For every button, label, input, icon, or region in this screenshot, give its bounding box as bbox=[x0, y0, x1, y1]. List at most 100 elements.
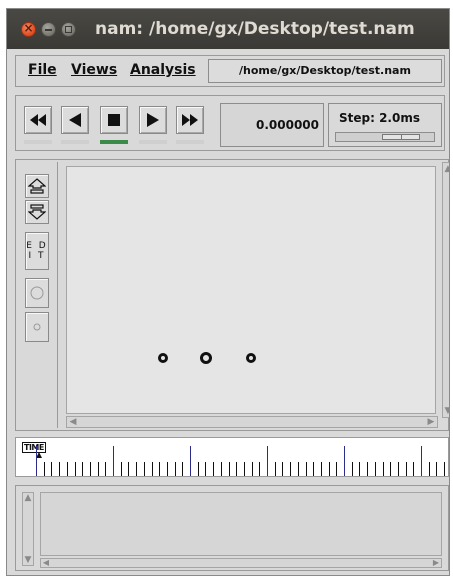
scroll-left-icon[interactable]: ◀ bbox=[67, 417, 79, 427]
timeline-tick bbox=[43, 462, 45, 476]
timeline-tick bbox=[82, 462, 84, 476]
timeline-tick bbox=[228, 462, 230, 476]
timeline-tick bbox=[205, 462, 207, 476]
edit-button[interactable]: E D I T bbox=[25, 232, 49, 270]
scroll-up-icon[interactable]: ▲ bbox=[443, 163, 449, 175]
timeline-tick bbox=[197, 462, 199, 476]
slider-grip-icon bbox=[401, 135, 402, 139]
fast-rewind-button[interactable] bbox=[24, 106, 52, 134]
zoom-out-icon bbox=[28, 204, 46, 220]
timeline-tick bbox=[51, 462, 53, 476]
step-slider-track[interactable] bbox=[335, 132, 435, 142]
circle-small-icon bbox=[33, 323, 41, 331]
timeline-tick bbox=[305, 462, 307, 476]
zoom-in-button[interactable] bbox=[25, 174, 49, 198]
menu-file-label: File bbox=[28, 62, 57, 78]
annotation-vertical-scrollbar[interactable]: ▲ ▼ bbox=[22, 492, 34, 566]
play-forward-button[interactable] bbox=[139, 106, 167, 134]
node-large-tool-button[interactable] bbox=[25, 278, 49, 308]
timeline-tick bbox=[174, 462, 176, 476]
fast-rewind-indicator bbox=[24, 140, 52, 144]
timeline-tick bbox=[182, 462, 184, 476]
timeline-tick bbox=[444, 462, 446, 476]
node-small-tool-button[interactable] bbox=[25, 312, 49, 342]
minimize-window-button[interactable] bbox=[41, 22, 56, 37]
timeline-tick bbox=[405, 462, 407, 476]
zoom-in-icon bbox=[28, 178, 46, 194]
nam-window: × nam: /home/gx/Desktop/test.nam File Vi… bbox=[6, 8, 450, 576]
timeline-major-tick bbox=[113, 446, 114, 476]
tool-panel: E D I T bbox=[18, 162, 58, 428]
timeline-tick bbox=[274, 462, 276, 476]
stop-button[interactable] bbox=[100, 106, 128, 134]
timeline-tick bbox=[328, 462, 330, 476]
edit-label-line1: E D bbox=[26, 241, 48, 251]
menu-file[interactable]: File bbox=[28, 62, 57, 78]
play-forward-icon bbox=[147, 113, 159, 127]
timeline-tick bbox=[259, 462, 261, 476]
canvas-vertical-scrollbar[interactable]: ▲ ▼ bbox=[442, 162, 449, 418]
stop-active-indicator bbox=[100, 140, 128, 144]
fast-forward-indicator bbox=[176, 140, 204, 144]
menu-bar: File Views Analysis /home/gx/Desktop/tes… bbox=[15, 55, 445, 87]
network-node[interactable] bbox=[158, 353, 168, 363]
timeline-slider[interactable]: TIME bbox=[15, 437, 449, 477]
scroll-up-icon[interactable]: ▲ bbox=[23, 493, 33, 503]
menu-views[interactable]: Views bbox=[71, 62, 117, 78]
step-slider-thumb[interactable] bbox=[382, 134, 420, 140]
main-area: E D I T ▲ ▼ ◀ ▶ bbox=[15, 159, 449, 431]
timeline-tick bbox=[236, 462, 238, 476]
menu-analysis-label: Analysis bbox=[130, 62, 196, 78]
zoom-out-button[interactable] bbox=[25, 200, 49, 224]
timeline-tick bbox=[120, 462, 122, 476]
close-window-button[interactable]: × bbox=[21, 21, 36, 37]
time-label: TIME bbox=[22, 442, 46, 453]
maximize-icon bbox=[65, 26, 72, 33]
annotation-horizontal-scrollbar[interactable]: ◀ ▶ bbox=[40, 558, 442, 568]
canvas-horizontal-scrollbar[interactable]: ◀ ▶ bbox=[66, 416, 438, 428]
scroll-right-icon[interactable]: ▶ bbox=[425, 417, 437, 427]
play-backward-indicator bbox=[61, 140, 89, 144]
scroll-right-icon[interactable]: ▶ bbox=[431, 558, 441, 568]
timeline-tick bbox=[428, 462, 430, 476]
maximize-window-button[interactable] bbox=[61, 22, 76, 37]
file-path-display: /home/gx/Desktop/test.nam bbox=[208, 59, 442, 83]
timeline-major-tick bbox=[421, 446, 422, 476]
timeline-tick bbox=[367, 462, 369, 476]
title-bar[interactable]: × nam: /home/gx/Desktop/test.nam bbox=[7, 9, 449, 49]
timeline-tick bbox=[143, 462, 145, 476]
playback-control-bar: 0.000000 Step: 2.0ms bbox=[15, 95, 445, 151]
annotation-text-area[interactable] bbox=[40, 492, 442, 556]
step-label: Step: 2.0ms bbox=[339, 111, 420, 125]
network-canvas[interactable] bbox=[66, 166, 436, 414]
timeline-tick bbox=[159, 462, 161, 476]
timeline-tick bbox=[66, 462, 68, 476]
timeline-tick bbox=[351, 462, 353, 476]
fast-forward-button[interactable] bbox=[176, 106, 204, 134]
play-backward-button[interactable] bbox=[61, 106, 89, 134]
menu-analysis[interactable]: Analysis bbox=[130, 62, 196, 78]
timeline-tick bbox=[320, 462, 322, 476]
stop-icon bbox=[108, 114, 120, 126]
window-title: nam: /home/gx/Desktop/test.nam bbox=[95, 19, 415, 39]
scroll-down-icon[interactable]: ▼ bbox=[443, 405, 449, 417]
network-node[interactable] bbox=[200, 352, 212, 364]
timeline-major-tick bbox=[344, 446, 345, 476]
timeline-tick bbox=[297, 462, 299, 476]
timeline-tick bbox=[390, 462, 392, 476]
timeline-tick bbox=[359, 462, 361, 476]
timeline-tick bbox=[89, 462, 91, 476]
timeline-tick bbox=[374, 462, 376, 476]
circle-large-icon bbox=[30, 286, 44, 300]
annotation-panel: ▲ ▼ ◀ ▶ bbox=[15, 485, 449, 571]
fast-rewind-icon bbox=[30, 114, 46, 126]
timeline-tick bbox=[105, 462, 107, 476]
timeline-tick bbox=[166, 462, 168, 476]
timeline-tick bbox=[220, 462, 222, 476]
timeline-tick bbox=[313, 462, 315, 476]
scroll-down-icon[interactable]: ▼ bbox=[23, 555, 33, 565]
network-node[interactable] bbox=[246, 353, 256, 363]
scroll-left-icon[interactable]: ◀ bbox=[41, 558, 51, 568]
fast-forward-icon bbox=[182, 114, 198, 126]
timeline-tick bbox=[290, 462, 292, 476]
